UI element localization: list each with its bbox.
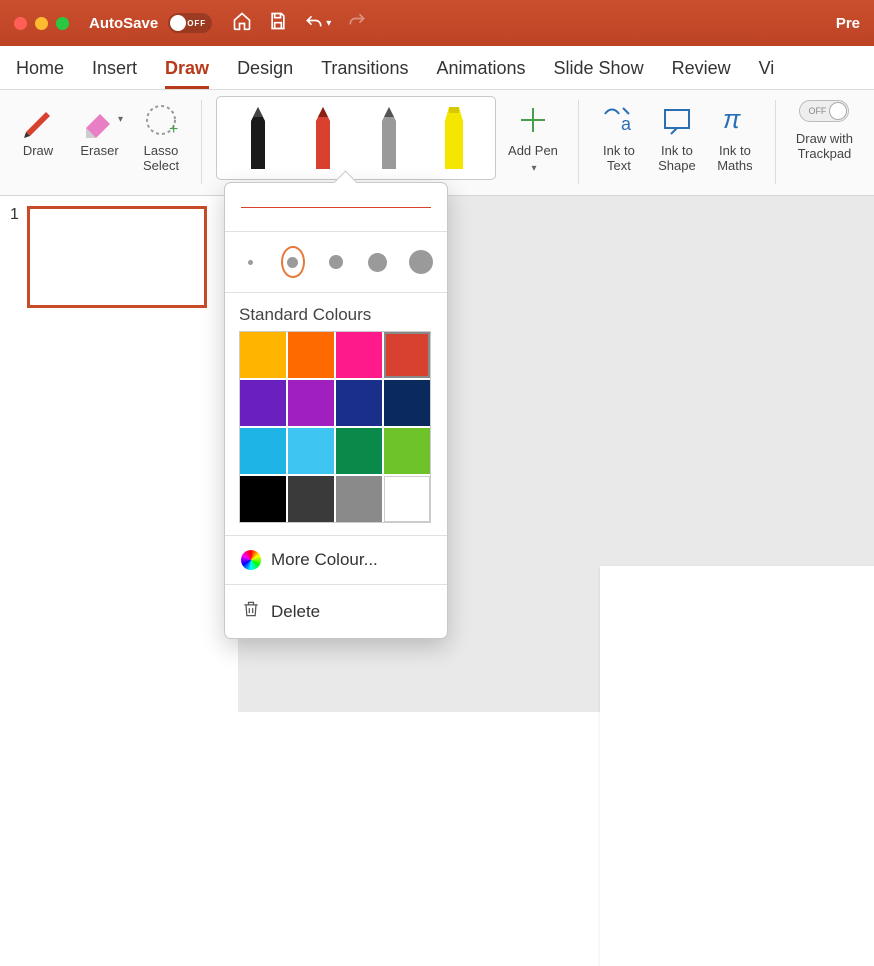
color-swatch[interactable] <box>240 332 286 378</box>
ribbon: Draw ▾ Eraser + Lasso Select Add Pen▾ a … <box>0 90 874 196</box>
ink-to-math-button[interactable]: π Ink to Maths <box>709 96 761 178</box>
tab-insert[interactable]: Insert <box>92 58 137 89</box>
eraser-icon <box>76 100 116 140</box>
color-section: Standard Colours <box>225 293 447 535</box>
pi-icon: π <box>715 100 755 140</box>
ink-shape-icon <box>657 100 697 140</box>
color-swatch[interactable] <box>288 428 334 474</box>
color-swatch[interactable] <box>240 380 286 426</box>
slide-thumbnail-1[interactable] <box>27 206 207 308</box>
autosave-state: OFF <box>187 19 206 28</box>
draw-label: Draw <box>23 144 53 159</box>
color-swatch[interactable] <box>384 380 430 426</box>
titlebar: AutoSave OFF ▾ Pre <box>0 0 874 46</box>
add-pen-button[interactable]: Add Pen▾ <box>502 96 564 178</box>
document-title: Pre <box>836 15 860 32</box>
lasso-label: Lasso Select <box>143 144 179 174</box>
size-l[interactable] <box>367 246 389 278</box>
trackpad-label: Draw with Trackpad <box>796 132 853 162</box>
inkmath-label: Ink to Maths <box>717 144 752 174</box>
plus-icon <box>513 100 553 140</box>
color-swatch[interactable] <box>288 380 334 426</box>
quick-access-toolbar: ▾ <box>232 11 367 36</box>
inktext-label: Ink to Text <box>603 144 635 174</box>
color-wheel-icon <box>241 550 261 570</box>
tab-slideshow[interactable]: Slide Show <box>554 58 644 89</box>
stroke-sizes <box>225 232 447 292</box>
pen-pencil[interactable] <box>371 105 407 169</box>
inkshape-label: Ink to Shape <box>658 144 696 174</box>
color-swatch[interactable] <box>336 428 382 474</box>
ink-text-icon: a <box>599 100 639 140</box>
size-m[interactable] <box>325 246 347 278</box>
color-swatch[interactable] <box>336 332 382 378</box>
draw-trackpad-toggle[interactable]: OFF Draw with Trackpad <box>790 96 859 166</box>
autosave-switch[interactable]: OFF <box>168 13 212 33</box>
tab-design[interactable]: Design <box>237 58 293 89</box>
pen-gallery[interactable] <box>216 96 496 180</box>
draw-button[interactable]: Draw <box>12 96 64 163</box>
svg-text:+: + <box>169 121 178 138</box>
size-xl[interactable] <box>409 246 433 278</box>
home-icon[interactable] <box>232 11 252 36</box>
redo-icon <box>347 11 367 36</box>
pencil-icon <box>18 100 58 140</box>
tab-home[interactable]: Home <box>16 58 64 89</box>
slide-thumbnails: 1 <box>0 196 238 712</box>
svg-text:π: π <box>723 104 741 134</box>
lasso-button[interactable]: + Lasso Select <box>135 96 187 178</box>
svg-text:a: a <box>621 114 632 134</box>
tab-animations[interactable]: Animations <box>436 58 525 89</box>
pen-options-popover: Standard Colours More Colour... Delete <box>224 182 448 639</box>
save-icon[interactable] <box>268 11 288 36</box>
tab-view[interactable]: Vi <box>759 58 775 89</box>
trash-icon <box>241 599 261 624</box>
tab-review[interactable]: Review <box>672 58 731 89</box>
zoom-window-icon[interactable] <box>56 17 69 30</box>
color-swatches <box>239 331 431 523</box>
ink-to-text-button[interactable]: a Ink to Text <box>593 96 645 178</box>
color-swatch[interactable] <box>288 332 334 378</box>
autosave-control[interactable]: AutoSave OFF <box>89 13 212 33</box>
color-swatch[interactable] <box>384 428 430 474</box>
slide-canvas[interactable] <box>600 566 874 966</box>
ink-to-shape-button[interactable]: Ink to Shape <box>651 96 703 178</box>
pen-red[interactable] <box>305 105 341 169</box>
addpen-label: Add Pen <box>508 144 558 159</box>
eraser-button[interactable]: ▾ Eraser <box>70 96 129 163</box>
window-controls <box>14 17 69 30</box>
color-swatch[interactable] <box>336 476 382 522</box>
more-colors-button[interactable]: More Colour... <box>225 536 447 584</box>
tab-transitions[interactable]: Transitions <box>321 58 408 89</box>
trackpad-switch[interactable]: OFF <box>799 100 849 122</box>
delete-pen-button[interactable]: Delete <box>225 585 447 638</box>
close-window-icon[interactable] <box>14 17 27 30</box>
color-swatch[interactable] <box>240 476 286 522</box>
undo-icon[interactable]: ▾ <box>304 13 331 33</box>
size-xs[interactable] <box>239 246 261 278</box>
color-swatch[interactable] <box>288 476 334 522</box>
more-colors-label: More Colour... <box>271 550 378 570</box>
pen-black[interactable] <box>240 105 276 169</box>
minimize-window-icon[interactable] <box>35 17 48 30</box>
color-swatch[interactable] <box>384 476 430 522</box>
delete-label: Delete <box>271 602 320 622</box>
color-swatch[interactable] <box>240 428 286 474</box>
size-s[interactable] <box>281 246 304 278</box>
pen-highlighter[interactable] <box>436 105 472 169</box>
eraser-label: Eraser <box>80 144 118 159</box>
color-swatch[interactable] <box>384 332 430 378</box>
color-swatch[interactable] <box>336 380 382 426</box>
autosave-label: AutoSave <box>89 15 158 32</box>
stroke-preview <box>225 183 447 231</box>
ribbon-tabs: Home Insert Draw Design Transitions Anim… <box>0 46 874 90</box>
tab-draw[interactable]: Draw <box>165 58 209 89</box>
colors-label: Standard Colours <box>239 305 433 325</box>
slide-number: 1 <box>10 206 19 224</box>
lasso-icon: + <box>141 100 181 140</box>
